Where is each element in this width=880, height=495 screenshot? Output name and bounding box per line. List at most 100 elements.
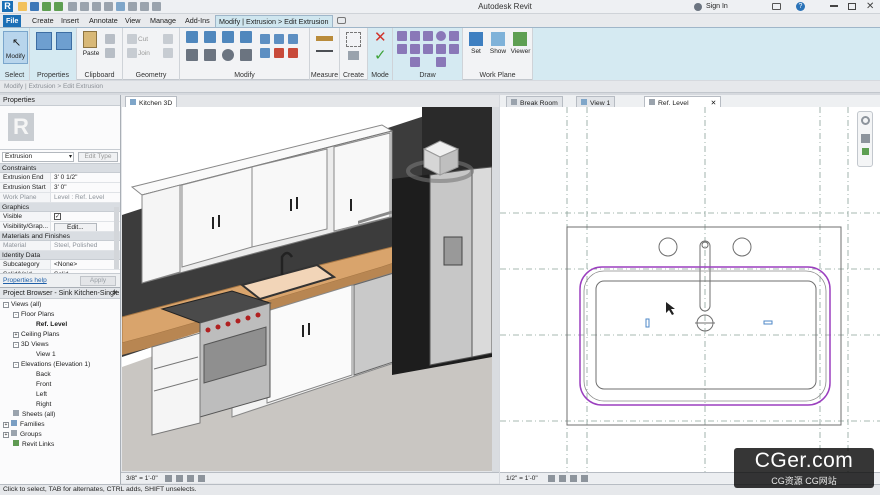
rectangle-icon[interactable]: [410, 31, 420, 41]
help-icon[interactable]: ?: [796, 2, 805, 11]
type-selector[interactable]: Extrusion ▾: [2, 152, 74, 162]
viewer-icon[interactable]: [513, 32, 527, 46]
move-icon[interactable]: [186, 49, 198, 61]
paste-button[interactable]: Paste: [80, 50, 102, 57]
collapse-icon[interactable]: -: [13, 342, 19, 348]
tab-file[interactable]: File: [3, 15, 22, 27]
pick-lines-icon[interactable]: [436, 44, 446, 54]
tree-right[interactable]: Right: [36, 401, 51, 408]
tab-ref-level[interactable]: Ref. Level ✕: [644, 96, 722, 107]
pin-icon[interactable]: [274, 48, 284, 58]
polygon-icon[interactable]: [423, 31, 433, 41]
material-row[interactable]: Material Steel, Polished: [0, 241, 120, 251]
identity-group[interactable]: Identity Data: [0, 251, 120, 260]
align-icon[interactable]: [186, 31, 198, 43]
tree-ceiling-plans[interactable]: + Ceiling Plans: [13, 331, 59, 338]
paint-icon[interactable]: [163, 34, 173, 44]
collapse-icon[interactable]: -: [13, 312, 19, 318]
cut-geometry-label[interactable]: Cut: [138, 36, 148, 43]
arc-icon[interactable]: [449, 31, 459, 41]
cut-icon[interactable]: [105, 34, 115, 44]
steering-wheel-icon[interactable]: [861, 116, 870, 125]
dimension-icon[interactable]: [92, 2, 101, 11]
tree-views-all[interactable]: - Views (all): [3, 301, 41, 308]
redo-icon[interactable]: [54, 2, 63, 11]
mirror-draw-icon[interactable]: [240, 31, 252, 43]
show-work-plane-icon[interactable]: [491, 32, 505, 46]
measure-icon[interactable]: [68, 2, 77, 11]
visibility-edit-button[interactable]: Edit...: [54, 223, 97, 231]
revit-logo[interactable]: R: [2, 1, 13, 12]
tab-create[interactable]: Create: [29, 15, 57, 27]
split-face-icon[interactable]: [163, 48, 173, 58]
tree-front[interactable]: Front: [36, 381, 51, 388]
graphics-group[interactable]: Graphics: [0, 203, 120, 212]
array-icon[interactable]: [260, 48, 270, 58]
tree-back[interactable]: Back: [36, 371, 51, 378]
sun-path-icon[interactable]: [187, 475, 194, 482]
partial-ellipse-icon[interactable]: [436, 57, 446, 67]
zoom-extents-icon[interactable]: [862, 148, 869, 155]
tree-view-1[interactable]: View 1: [36, 351, 56, 358]
save-icon[interactable]: [30, 2, 39, 11]
ellipse-icon[interactable]: [410, 44, 420, 54]
finish-edit-icon[interactable]: ✓: [374, 46, 387, 64]
tree-left[interactable]: Left: [36, 391, 47, 398]
tab-add-ins[interactable]: Add-Ins: [182, 15, 213, 27]
tab-kitchen-3d[interactable]: Kitchen 3D: [125, 96, 178, 107]
dimension-tool-icon[interactable]: [316, 50, 333, 52]
tree-floor-plans[interactable]: - Floor Plans: [13, 311, 54, 318]
visibility-row[interactable]: Visibility/Grap... Edit...: [0, 222, 120, 232]
kitchen-3d-model[interactable]: [122, 107, 492, 471]
close-hidden-icon[interactable]: [152, 2, 161, 11]
fillet-icon[interactable]: [423, 44, 433, 54]
view-scale-right[interactable]: 1/2" = 1'-0": [506, 475, 538, 482]
tab-view[interactable]: View: [122, 15, 143, 27]
visual-style-icon[interactable]: [176, 475, 183, 482]
mirror-axis-icon[interactable]: [222, 31, 234, 43]
sections-icon[interactable]: [128, 2, 137, 11]
properties-scrollbar[interactable]: [114, 207, 119, 269]
create-similar-icon[interactable]: [348, 51, 359, 60]
copy-element-icon[interactable]: [204, 49, 216, 61]
tab-annotate[interactable]: Annotate: [86, 15, 121, 27]
tab-view-1[interactable]: View 1: [576, 96, 616, 107]
close-tab-icon[interactable]: ✕: [711, 100, 717, 107]
measure-icon[interactable]: [316, 36, 333, 41]
undo-icon[interactable]: [42, 2, 51, 11]
expand-icon[interactable]: +: [3, 432, 9, 438]
tree-sheets[interactable]: Sheets (all): [13, 410, 55, 418]
cancel-edit-icon[interactable]: ✕: [374, 28, 387, 46]
vertical-scrollbar-left[interactable]: [492, 107, 499, 472]
zoom-icon[interactable]: [861, 134, 870, 143]
type-properties-icon[interactable]: [36, 32, 52, 50]
properties-icon[interactable]: [56, 32, 72, 50]
cut-geometry-icon[interactable]: [127, 48, 137, 58]
properties-help-link[interactable]: Properties help: [3, 277, 47, 284]
tab-manage[interactable]: Manage: [147, 15, 179, 27]
tree-elevations[interactable]: - Elevations (Elevation 1): [13, 361, 90, 368]
thin-lines-icon[interactable]: [140, 2, 149, 11]
3d-view-icon[interactable]: [116, 2, 125, 11]
modify-button[interactable]: ↖ Modify: [3, 31, 28, 64]
visible-row[interactable]: Visible ✓: [0, 212, 120, 222]
circle-icon[interactable]: [436, 31, 446, 41]
print-icon[interactable]: [80, 2, 89, 11]
split-icon[interactable]: [260, 34, 270, 44]
subcategory-row[interactable]: Subcategory <None>: [0, 260, 120, 270]
close-icon[interactable]: ✕: [112, 289, 118, 297]
minimize-button[interactable]: [830, 5, 838, 7]
expand-icon[interactable]: +: [3, 422, 9, 428]
line-icon[interactable]: [397, 31, 407, 41]
collapse-icon[interactable]: -: [3, 302, 9, 308]
visual-style-icon[interactable]: [559, 475, 566, 482]
detail-level-icon[interactable]: [548, 475, 555, 482]
tab-modify-extrusion[interactable]: Modify | Extrusion > Edit Extrusion: [215, 15, 333, 27]
detail-level-icon[interactable]: [165, 475, 172, 482]
apply-button[interactable]: Apply: [80, 276, 116, 286]
collapse-icon[interactable]: -: [13, 362, 19, 368]
edit-type-button[interactable]: Edit Type: [78, 152, 118, 162]
crop-view-icon[interactable]: [570, 475, 577, 482]
visible-checkbox[interactable]: ✓: [54, 213, 61, 220]
sink-plan-drawing[interactable]: [500, 107, 880, 472]
